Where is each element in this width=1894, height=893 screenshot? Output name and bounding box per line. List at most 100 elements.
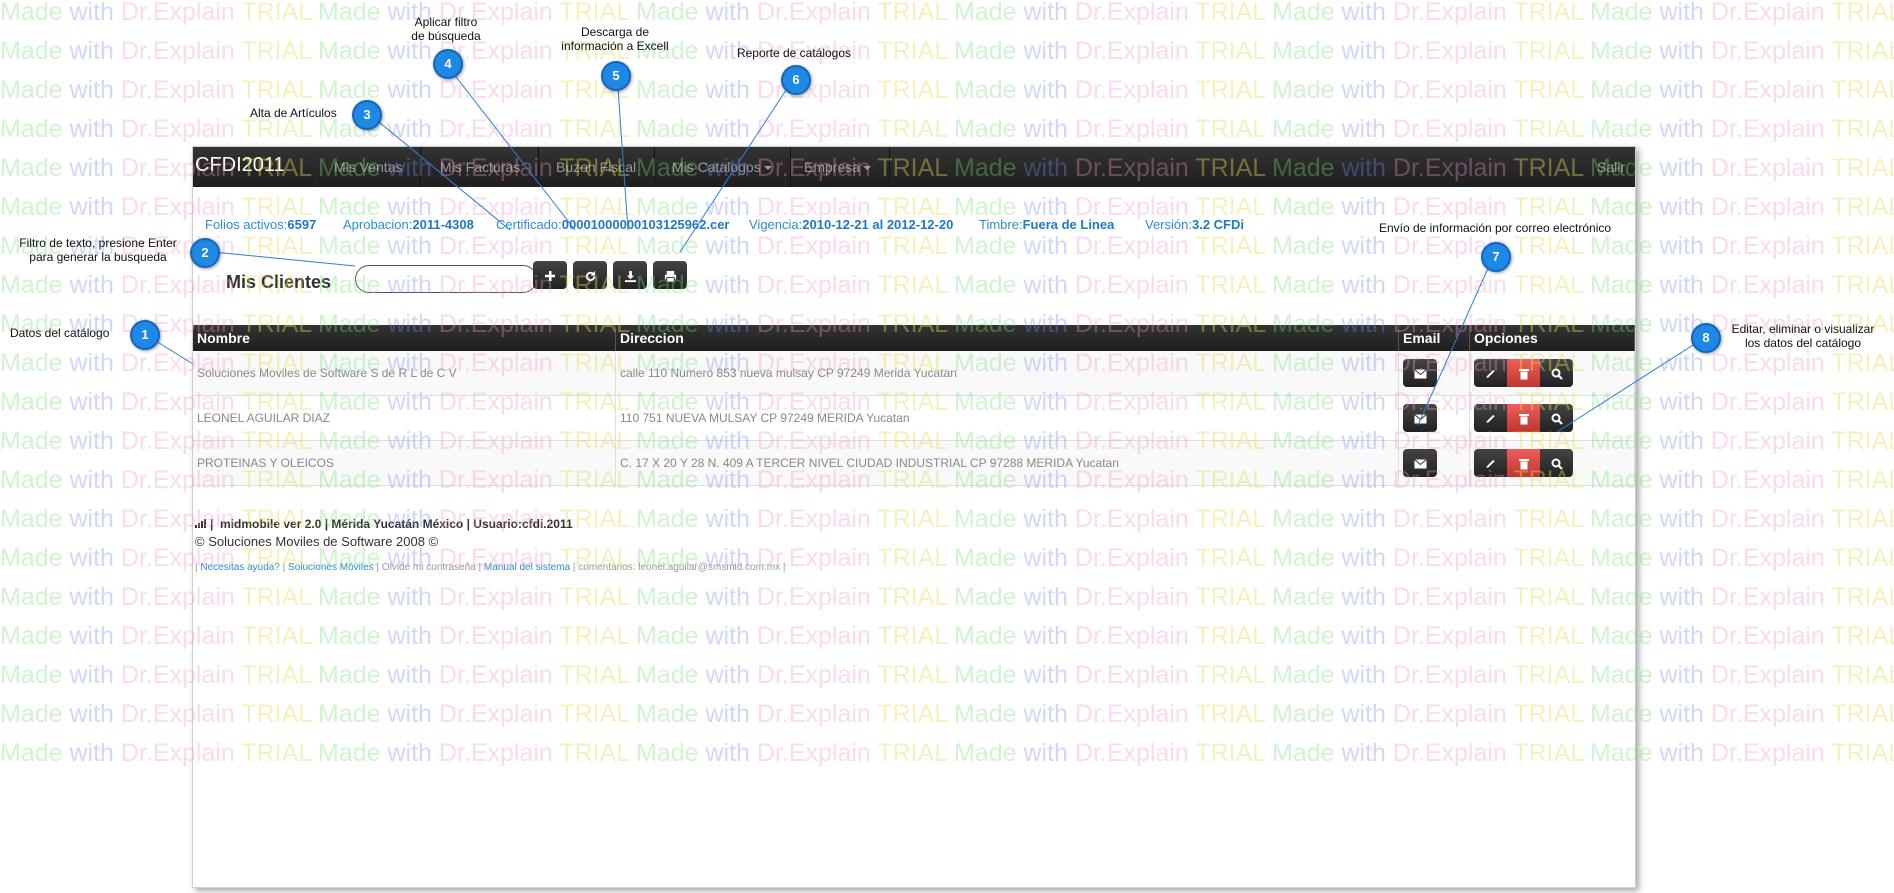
cell-nombre: LEONEL AGUILAR DIAZ — [193, 395, 616, 441]
search-icon — [1551, 368, 1563, 380]
annotation-marker-4: 4 — [433, 49, 463, 79]
refresh-button[interactable] — [573, 261, 607, 289]
view-button[interactable] — [1540, 404, 1573, 432]
table-row[interactable]: LEONEL AGUILAR DIAZ 110 751 NUEVA MULSAY… — [193, 395, 1635, 441]
cell-email — [1398, 440, 1470, 486]
help-link[interactable]: Necesitas ayuda? — [200, 562, 280, 573]
annotation-text-8: Editar, eliminar o visualizar los datos … — [1731, 322, 1875, 350]
soluciones-link[interactable]: Soluciones Móviles — [288, 562, 374, 573]
pencil-icon — [1486, 459, 1495, 468]
annotation-text-2: Filtro de texto, presione Enter para gen… — [19, 236, 177, 264]
refresh-icon — [585, 270, 595, 281]
watermark-text: Made with Dr.Explain TRIAL — [1272, 0, 1585, 26]
cell-direccion: calle 110 Numero 853 nueva mulsay CP 972… — [615, 351, 1399, 396]
annotation-text-4: Aplicar filtro de búsqueda — [411, 15, 481, 43]
page-title: Mis Clientes — [226, 272, 332, 292]
navbar: CFDI2011 Mis Ventas Mis Facturas Buzon F… — [193, 147, 1635, 187]
annotation-marker-8: 8 — [1691, 323, 1721, 353]
watermark-text: Made with Dr.Explain TRIAL — [636, 0, 949, 26]
column-header-nombre[interactable]: Nombre — [193, 325, 616, 351]
watermark-text: Made with Dr.Explain TRIAL — [1590, 76, 1894, 104]
cell-opciones — [1469, 395, 1635, 441]
pencil-icon — [1486, 369, 1495, 378]
delete-button[interactable] — [1507, 404, 1540, 432]
download-button[interactable] — [613, 261, 647, 289]
chevron-down-icon — [763, 166, 772, 171]
search-icon — [1551, 458, 1563, 470]
nav-empresa[interactable]: Empresa — [785, 147, 891, 187]
download-icon — [624, 270, 636, 282]
footer-version: | midmobile ver 2.0 | Mérida Yucatán Méx… — [195, 517, 573, 531]
pencil-icon — [1486, 414, 1495, 423]
cell-direccion: C. 17 X 20 Y 28 N. 409 A TERCER NIVEL CI… — [615, 440, 1399, 486]
delete-button[interactable] — [1507, 449, 1540, 477]
watermark-text: Made with Dr.Explain TRIAL — [1272, 76, 1585, 104]
trash-icon — [1518, 368, 1529, 380]
watermark-text: Made with Dr.Explain TRIAL — [1590, 0, 1894, 26]
print-button[interactable] — [653, 261, 687, 289]
edit-button[interactable] — [1474, 449, 1507, 477]
annotation-text-1: Datos del catálogo — [10, 326, 110, 340]
email-button[interactable] — [1403, 449, 1437, 477]
watermark-text: Made with Dr.Explain TRIAL — [954, 76, 1267, 104]
table-row[interactable]: PROTEINAS Y OLEICOS C. 17 X 20 Y 28 N. 4… — [193, 440, 1635, 486]
cell-nombre: PROTEINAS Y OLEICOS — [193, 440, 616, 486]
annotation-marker-7: 7 — [1481, 242, 1511, 272]
forgot-password-text: Olvide mi contraseña — [381, 562, 476, 573]
annotation-marker-3: 3 — [352, 100, 382, 130]
info-folios: Folios activos:6597 — [205, 217, 317, 232]
email-button[interactable] — [1403, 359, 1437, 387]
brand-logo[interactable]: CFDI2011 — [195, 154, 285, 177]
row-actions — [1474, 404, 1573, 432]
envelope-icon — [1413, 368, 1427, 379]
watermark-text: Made with Dr.Explain TRIAL — [0, 37, 313, 65]
annotation-marker-1: 1 — [130, 320, 160, 350]
edit-button[interactable] — [1474, 359, 1507, 387]
watermark-text: Made with Dr.Explain TRIAL — [1272, 37, 1585, 65]
nav-buzon-fiscal[interactable]: Buzon Fiscal — [537, 147, 656, 187]
watermark-text: Made with Dr.Explain TRIAL — [0, 0, 313, 26]
row-actions — [1474, 449, 1573, 477]
watermark-row: Made with Dr.Explain TRIAL Made with Dr.E… — [0, 0, 1894, 27]
annotation-text-7: Envío de información por correo electrón… — [1378, 221, 1612, 235]
app-window: CFDI2011 Mis Ventas Mis Facturas Buzon F… — [192, 146, 1636, 888]
watermark-row: Made with Dr.Explain TRIAL Made with Dr.E… — [0, 37, 1894, 66]
annotation-marker-6: 6 — [781, 65, 811, 95]
cell-direccion: 110 751 NUEVA MULSAY CP 97249 MERIDA Yuc… — [615, 395, 1399, 441]
annotation-text-3: Alta de Artículos — [250, 106, 337, 120]
row-actions — [1474, 359, 1573, 387]
column-header-direccion[interactable]: Direccion — [615, 325, 1399, 351]
column-header-opciones: Opciones — [1469, 325, 1635, 351]
manual-link[interactable]: Manual del sistema — [484, 562, 570, 573]
watermark-text: Made with Dr.Explain TRIAL — [636, 115, 949, 143]
cell-opciones — [1469, 351, 1635, 396]
plus-icon — [545, 271, 555, 282]
search-icon — [1551, 413, 1563, 425]
annotation-marker-5: 5 — [601, 61, 631, 91]
info-vigencia: Vigencia:2010-12-21 al 2012-12-20 — [749, 217, 954, 232]
envelope-icon — [1413, 458, 1427, 469]
add-button[interactable] — [533, 261, 567, 289]
annotation-text-6: Reporte de catálogos — [736, 46, 852, 60]
nav-mis-catalogos[interactable]: Mis Catalogos — [653, 147, 791, 187]
column-header-email: Email — [1398, 325, 1470, 351]
annotation-text-5: Descarga de información a Excell — [561, 25, 669, 53]
watermark-text: Made with Dr.Explain TRIAL — [954, 115, 1267, 143]
search-input[interactable] — [355, 265, 537, 293]
envelope-icon — [1413, 413, 1427, 424]
catalog-table: Nombre Direccion Email Opciones Solucion… — [193, 325, 1635, 486]
watermark-text: Made with Dr.Explain TRIAL — [1272, 115, 1585, 143]
email-button[interactable] — [1403, 404, 1437, 432]
nav-mis-facturas[interactable]: Mis Facturas — [421, 147, 540, 187]
watermark-text: Made with Dr.Explain TRIAL — [954, 37, 1267, 65]
delete-button[interactable] — [1507, 359, 1540, 387]
table-row[interactable]: Soluciones Moviles de Software S de R L … — [193, 351, 1635, 396]
view-button[interactable] — [1540, 359, 1573, 387]
chevron-down-icon — [863, 166, 872, 171]
logout-link[interactable]: Salir — [1597, 147, 1625, 187]
annotation-marker-2: 2 — [190, 238, 220, 268]
edit-button[interactable] — [1474, 404, 1507, 432]
watermark-text: Made with Dr.Explain TRIAL — [954, 0, 1267, 26]
nav-mis-ventas[interactable]: Mis Ventas — [315, 147, 422, 187]
view-button[interactable] — [1540, 449, 1573, 477]
